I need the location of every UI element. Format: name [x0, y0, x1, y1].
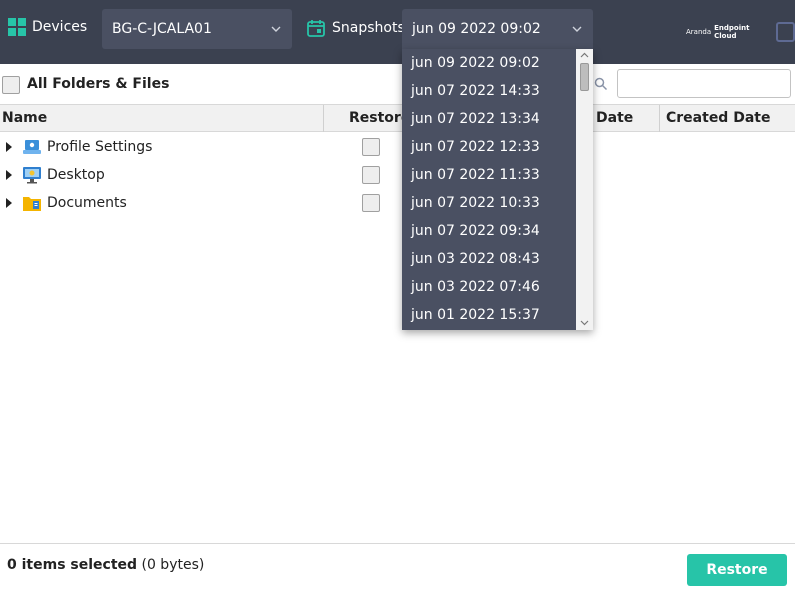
snapshot-option[interactable]: jun 03 2022 07:46 [411, 273, 540, 301]
chevron-down-icon [572, 26, 582, 32]
scroll-up-icon[interactable] [580, 51, 589, 60]
column-header-restore[interactable]: Restore [323, 105, 410, 132]
table-row[interactable]: Profile Settings [0, 133, 795, 161]
snapshot-option[interactable]: jun 07 2022 11:33 [411, 161, 540, 189]
row-label: Profile Settings [47, 139, 153, 155]
toolbar: All Folders & Files [0, 64, 795, 104]
snapshot-option[interactable]: jun 03 2022 08:43 [411, 245, 540, 273]
all-folders-checkbox[interactable] [2, 76, 20, 94]
snapshot-option[interactable]: jun 07 2022 12:33 [411, 133, 540, 161]
devices-nav[interactable]: Devices [8, 18, 87, 36]
restore-checkbox[interactable] [362, 166, 380, 184]
row-label: Desktop [47, 167, 105, 183]
search-input[interactable] [617, 69, 791, 98]
snapshot-option[interactable]: jun 01 2022 15:37 [411, 301, 540, 329]
row-label: Documents [47, 195, 127, 211]
expand-arrow-icon[interactable] [6, 170, 12, 180]
column-header-name[interactable]: Name [2, 105, 47, 132]
devices-label: Devices [32, 19, 88, 35]
calendar-icon [307, 20, 325, 37]
brand-name-bold: Endpoint Cloud [714, 24, 750, 40]
snapshot-selected-value: jun 09 2022 09:02 [412, 21, 541, 37]
expand-arrow-icon[interactable] [6, 142, 12, 152]
device-selected-value: BG-C-JCALA01 [112, 21, 212, 37]
snapshot-option[interactable]: jun 07 2022 10:33 [411, 189, 540, 217]
brand-name-light: Aranda [686, 28, 712, 36]
profile-settings-icon [23, 140, 41, 154]
dropdown-scrollbar[interactable] [576, 49, 593, 330]
all-folders-label: All Folders & Files [27, 76, 170, 92]
snapshot-option[interactable]: jun 07 2022 09:34 [411, 217, 540, 245]
desktop-icon [23, 167, 41, 184]
snapshot-option[interactable]: jun 07 2022 14:33 [411, 77, 540, 105]
windows-icon [8, 18, 26, 36]
scrollbar-thumb[interactable] [580, 63, 589, 91]
chevron-down-icon [271, 26, 281, 32]
snapshot-dropdown[interactable]: jun 09 2022 09:02 [402, 9, 593, 49]
restore-button[interactable]: Restore [687, 554, 787, 586]
top-header: Devices BG-C-JCALA01 Snapshots jun 09 20… [0, 0, 795, 64]
snapshot-dropdown-list: jun 09 2022 09:02 jun 07 2022 14:33 jun … [402, 49, 593, 330]
column-header-date[interactable]: Date [590, 105, 660, 132]
device-dropdown[interactable]: BG-C-JCALA01 [102, 9, 292, 49]
snapshots-label-group: Snapshots [306, 18, 405, 38]
selection-status: 0 items selected (0 bytes) [7, 557, 204, 573]
table-row[interactable]: Documents [0, 189, 795, 217]
snapshot-option[interactable]: jun 09 2022 09:02 [411, 49, 540, 77]
documents-folder-icon [23, 197, 41, 211]
selected-size: (0 bytes) [141, 557, 205, 573]
search-icon [594, 77, 608, 91]
snapshots-label: Snapshots [332, 20, 405, 36]
selected-count: 0 items selected [7, 557, 138, 573]
brand-logo: Aranda Endpoint Cloud [686, 22, 795, 42]
restore-checkbox[interactable] [362, 138, 380, 156]
table-header: Name Restore Date Created Date [0, 104, 795, 132]
brand-mark-icon [775, 22, 795, 42]
footer-bar: 0 items selected (0 bytes) Restore [0, 543, 795, 594]
restore-checkbox[interactable] [362, 194, 380, 212]
snapshot-option[interactable]: jun 07 2022 13:34 [411, 105, 540, 133]
column-header-created-date[interactable]: Created Date [659, 105, 795, 132]
table-row[interactable]: Desktop [0, 161, 795, 189]
scroll-down-icon[interactable] [580, 318, 589, 327]
expand-arrow-icon[interactable] [6, 198, 12, 208]
